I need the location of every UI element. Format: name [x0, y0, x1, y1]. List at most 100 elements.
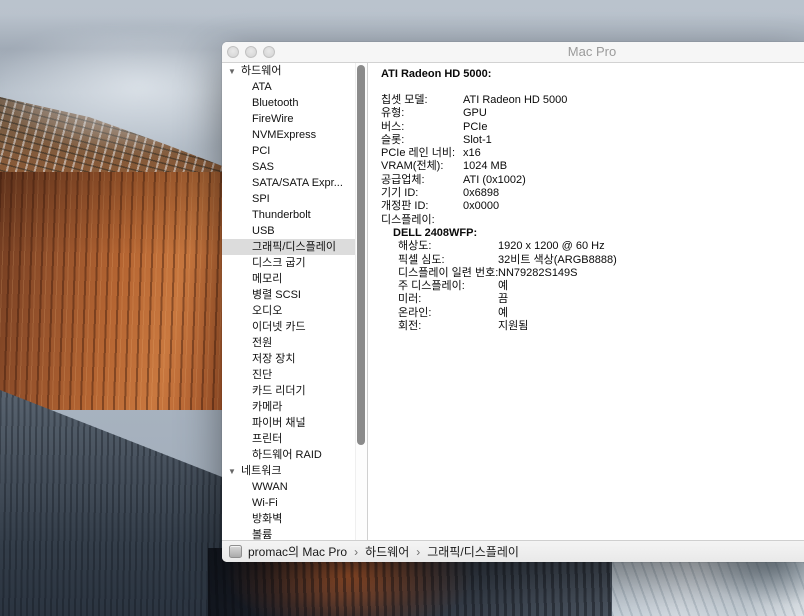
- info-value: 1024 MB: [463, 160, 507, 173]
- sidebar-item-diagnostics[interactable]: 진단: [222, 367, 356, 383]
- sidebar-item-spi[interactable]: SPI: [222, 191, 356, 207]
- computer-icon: [229, 545, 242, 558]
- display-row: 해상도:1920 x 1200 @ 60 Hz: [398, 240, 796, 253]
- info-label: 칩셋 모델:: [381, 94, 463, 107]
- sidebar-item-power[interactable]: 전원: [222, 335, 356, 351]
- sidebar-item-wwan[interactable]: WWAN: [222, 479, 356, 495]
- info-row: VRAM(전체):1024 MB: [381, 160, 796, 173]
- display-row: 주 디스플레이:예: [398, 280, 796, 293]
- sidebar-item-parallel-scsi[interactable]: 병렬 SCSI: [222, 287, 356, 303]
- info-label: 유형:: [381, 107, 463, 120]
- breadcrumb-item-root[interactable]: promac의 Mac Pro: [248, 543, 347, 560]
- info-row: 슬롯:Slot-1: [381, 134, 796, 147]
- sidebar-item-fibre-channel[interactable]: 파이버 채널: [222, 415, 356, 431]
- info-label: 주 디스플레이:: [398, 280, 498, 293]
- system-information-window: Mac Pro ▼하드웨어 ATA Bluetooth FireWire NVM…: [222, 42, 804, 562]
- display-section: DELL 2408WFP: 해상도:1920 x 1200 @ 60 Hz 픽셀…: [393, 227, 796, 333]
- breadcrumb-separator: ›: [354, 545, 358, 559]
- sidebar-item-disc-burning[interactable]: 디스크 굽기: [222, 255, 356, 271]
- display-row: 픽셀 심도:32비트 색상(ARGB8888): [398, 254, 796, 267]
- info-label: 버스:: [381, 121, 463, 134]
- sidebar-item-memory[interactable]: 메모리: [222, 271, 356, 287]
- wallpaper-cliff-face: [0, 172, 232, 410]
- info-label: 해상도:: [398, 240, 498, 253]
- disclosure-triangle-icon[interactable]: ▼: [228, 64, 241, 80]
- info-value: ATI Radeon HD 5000: [463, 94, 567, 107]
- info-row: 유형:GPU: [381, 107, 796, 120]
- sidebar-item-printers[interactable]: 프린터: [222, 431, 356, 447]
- info-label: 회전:: [398, 320, 498, 333]
- info-value: 끔: [498, 293, 508, 306]
- info-value: 1920 x 1200 @ 60 Hz: [498, 240, 605, 253]
- traffic-lights: [227, 46, 275, 58]
- sidebar-item-volumes[interactable]: 볼륨: [222, 527, 356, 540]
- sidebar-item-wifi[interactable]: Wi-Fi: [222, 495, 356, 511]
- breadcrumb-separator: ›: [416, 545, 420, 559]
- sidebar-item-ethernet-cards[interactable]: 이더넷 카드: [222, 319, 356, 335]
- sidebar: ▼하드웨어 ATA Bluetooth FireWire NVMExpress …: [222, 63, 368, 540]
- info-value: NN79282S149S: [498, 267, 578, 280]
- info-label: 기기 ID:: [381, 187, 463, 200]
- info-label: 개정판 ID:: [381, 200, 463, 213]
- minimize-button[interactable]: [245, 46, 257, 58]
- info-label: 디스플레이 일련 번호:: [398, 267, 498, 280]
- info-value: 지원됨: [498, 320, 528, 333]
- wallpaper-fog-overlay: [0, 32, 252, 154]
- sidebar-section-hardware[interactable]: ▼하드웨어: [222, 63, 356, 79]
- content-title: ATI Radeon HD 5000:: [381, 67, 796, 81]
- window-title: Mac Pro: [522, 42, 662, 62]
- info-row: 공급업체:ATI (0x1002): [381, 174, 796, 187]
- sidebar-scrollbar[interactable]: [355, 63, 367, 540]
- sidebar-item-nvmexpress[interactable]: NVMExpress: [222, 127, 356, 143]
- info-value: ATI (0x1002): [463, 174, 526, 187]
- breadcrumb-bar: promac의 Mac Pro › 하드웨어 › 그래픽/디스플레이: [222, 540, 804, 562]
- info-label: VRAM(전체):: [381, 160, 463, 173]
- info-value: 0x6898: [463, 187, 499, 200]
- info-value: 32비트 색상(ARGB8888): [498, 254, 617, 267]
- sidebar-item-bluetooth[interactable]: Bluetooth: [222, 95, 356, 111]
- sidebar-item-usb[interactable]: USB: [222, 223, 356, 239]
- info-value: 0x0000: [463, 200, 499, 213]
- sidebar-item-camera[interactable]: 카메라: [222, 399, 356, 415]
- close-button[interactable]: [227, 46, 239, 58]
- info-row: 기기 ID:0x6898: [381, 187, 796, 200]
- sidebar-item-card-reader[interactable]: 카드 리더기: [222, 383, 356, 399]
- info-label: PCIe 레인 너비:: [381, 147, 463, 160]
- breadcrumb-item-hardware[interactable]: 하드웨어: [365, 543, 409, 560]
- window-titlebar[interactable]: Mac Pro: [222, 42, 804, 63]
- sidebar-item-thunderbolt[interactable]: Thunderbolt: [222, 207, 356, 223]
- info-row: 개정판 ID:0x0000: [381, 200, 796, 213]
- sidebar-item-hardware-raid[interactable]: 하드웨어 RAID: [222, 447, 356, 463]
- sidebar-scrollbar-thumb[interactable]: [357, 65, 365, 445]
- display-row: 온라인:예: [398, 307, 796, 320]
- sidebar-item-firewire[interactable]: FireWire: [222, 111, 356, 127]
- info-value: x16: [463, 147, 481, 160]
- display-row: 디스플레이 일련 번호:NN79282S149S: [398, 267, 796, 280]
- sidebar-item-ata[interactable]: ATA: [222, 79, 356, 95]
- info-label: 공급업체:: [381, 174, 463, 187]
- display-row: 회전:지원됨: [398, 320, 796, 333]
- info-label: 픽셀 심도:: [398, 254, 498, 267]
- breadcrumb-item-graphics-displays[interactable]: 그래픽/디스플레이: [427, 543, 519, 560]
- info-label: 디스플레이:: [381, 214, 463, 227]
- sidebar-item-pci[interactable]: PCI: [222, 143, 356, 159]
- info-label: 온라인:: [398, 307, 498, 320]
- sidebar-item-audio[interactable]: 오디오: [222, 303, 356, 319]
- info-value: 예: [498, 307, 508, 320]
- info-row: PCIe 레인 너비:x16: [381, 147, 796, 160]
- disclosure-triangle-icon[interactable]: ▼: [228, 464, 241, 480]
- info-value: GPU: [463, 107, 487, 120]
- displays-header-row: 디스플레이:: [381, 214, 796, 227]
- info-label: 슬롯:: [381, 134, 463, 147]
- display-row: 미러:끔: [398, 293, 796, 306]
- zoom-button[interactable]: [263, 46, 275, 58]
- sidebar-item-firewall[interactable]: 방화벽: [222, 511, 356, 527]
- sidebar-section-network[interactable]: ▼네트워크: [222, 463, 356, 479]
- sidebar-item-sas[interactable]: SAS: [222, 159, 356, 175]
- sidebar-item-graphics-displays[interactable]: 그래픽/디스플레이: [222, 239, 356, 255]
- info-value: PCIe: [463, 121, 487, 134]
- sidebar-item-sata[interactable]: SATA/SATA Expr...: [222, 175, 356, 191]
- sidebar-item-storage[interactable]: 저장 장치: [222, 351, 356, 367]
- info-row: 버스:PCIe: [381, 121, 796, 134]
- content-pane: ATI Radeon HD 5000: 칩셋 모델:ATI Radeon HD …: [368, 63, 804, 540]
